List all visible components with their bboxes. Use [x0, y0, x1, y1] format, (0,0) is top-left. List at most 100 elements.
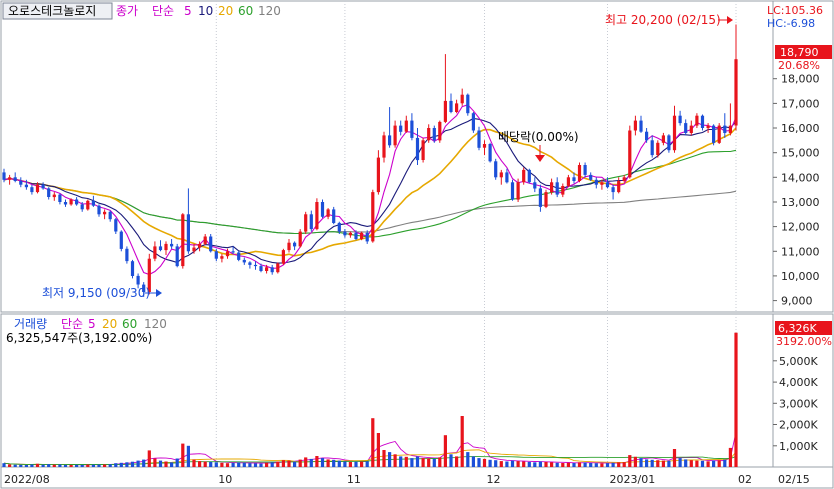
volume-bar [622, 462, 626, 467]
volume-bar [270, 462, 274, 467]
volume-bar [577, 462, 582, 467]
volume-legend: 거래량 단순 5 20 60 120 [14, 317, 167, 331]
candle-body [259, 266, 263, 271]
candle [119, 230, 123, 252]
candle-body [550, 182, 554, 193]
volume-legend-prefix: 거래량 [14, 317, 47, 331]
volume-bar [97, 464, 101, 467]
candle [371, 189, 375, 243]
low-annotation-label: 최저 9,150 (09/30) [42, 286, 150, 300]
volume-bar [265, 462, 269, 467]
volume-bar [225, 463, 230, 467]
volume-bar [198, 461, 202, 467]
volume-bar [332, 459, 336, 467]
price-legend-ma60: 60 [238, 4, 253, 18]
volume-bar [8, 464, 12, 467]
volume-bar [69, 464, 73, 467]
volume-bar [594, 463, 598, 467]
volume-bar [432, 458, 436, 467]
candle-body [181, 214, 185, 267]
volume-bar [611, 462, 615, 467]
price-legend-ma120: 120 [258, 4, 281, 18]
volume-bar [181, 443, 185, 467]
candle-body [30, 187, 34, 193]
candle-body [488, 144, 492, 162]
chart-frame [0, 0, 834, 489]
candle-body [706, 125, 710, 129]
volume-bar [388, 452, 392, 467]
volume-bar [13, 464, 17, 467]
candle-body [516, 182, 520, 200]
candle-body [220, 256, 224, 259]
volume-bar [583, 462, 587, 467]
candle-body [360, 232, 364, 239]
date-axis-label: 02/15 [778, 473, 810, 486]
candle-body [421, 140, 425, 160]
high-annotation: 최고 20,200 (02/15) [605, 13, 733, 27]
volume-bar [410, 458, 414, 467]
candle-body [287, 242, 291, 251]
title-box[interactable]: 오로스테크놀로지 [2, 2, 113, 20]
candle-body [533, 182, 537, 189]
volume-bar [343, 461, 347, 467]
volume-bar [158, 460, 163, 467]
volume-bar [259, 463, 263, 467]
candle-body [119, 231, 123, 249]
volume-bar [287, 460, 291, 467]
volume-bar [108, 464, 112, 467]
candle [667, 134, 671, 153]
volume-bar [175, 458, 179, 467]
candle [298, 229, 302, 248]
volume-bar [365, 461, 369, 467]
candle-body [69, 199, 73, 205]
candle-body [494, 161, 498, 178]
volume-bar [589, 463, 593, 467]
volume-bar [695, 460, 699, 467]
volume-bar [639, 458, 643, 467]
candle-body [734, 59, 738, 126]
price-tick-label: 14,000 [781, 171, 820, 184]
candle-body [276, 263, 280, 273]
candle-body [203, 236, 207, 244]
candle [432, 125, 436, 143]
volume-legend-type: 단순 [61, 317, 83, 331]
candle [360, 231, 364, 241]
volume-tick-label: 3,000K [779, 397, 818, 410]
candle-body [158, 246, 163, 251]
candle-body [382, 135, 386, 158]
price-legend-ma20: 20 [218, 4, 233, 18]
candle-body [410, 120, 414, 138]
volume-bar [147, 450, 151, 467]
candle-body [695, 115, 699, 126]
volume-bar [276, 461, 280, 467]
price-tick-label: 9,000 [781, 295, 813, 308]
current-change-label: 20.68% [778, 59, 820, 72]
price-tick-label: 12,000 [781, 221, 820, 234]
candle [628, 125, 632, 179]
volume-bar [538, 461, 542, 467]
volume-bar [678, 458, 682, 467]
volume-bar [527, 461, 531, 467]
candle-body [209, 236, 213, 252]
candle-body [153, 246, 157, 259]
candle [522, 167, 526, 185]
candle-body [712, 125, 716, 143]
candle-body [522, 169, 526, 183]
candle [510, 179, 515, 201]
volume-bar [360, 461, 364, 467]
volume-bar [404, 456, 408, 467]
volume-bar [91, 464, 95, 467]
candle [86, 199, 90, 211]
candle-body [281, 250, 285, 264]
candle-body [97, 205, 101, 215]
candle-body [332, 209, 336, 223]
candle-body [225, 251, 230, 257]
volume-bar [164, 461, 168, 467]
date-axis-label: 2023/01 [610, 473, 656, 486]
candle-body [175, 246, 179, 267]
candle-body [611, 187, 615, 193]
candle [304, 211, 308, 234]
candle-body [482, 144, 487, 148]
candle-body [723, 125, 727, 133]
volume-bar [86, 464, 90, 467]
